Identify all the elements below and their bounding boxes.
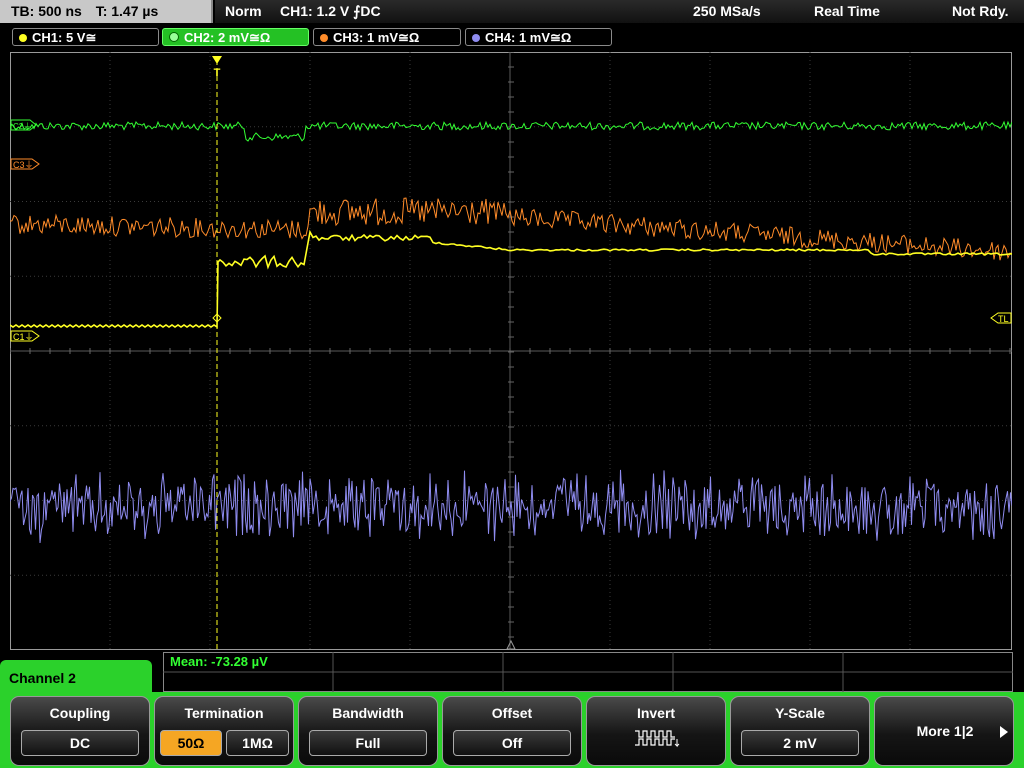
c2-marker-label: C2⏚ (13, 122, 31, 131)
ch3-tab-label: CH3: 1 mV≅Ω (333, 30, 420, 45)
sample-rate: 250 MSa/s (693, 3, 761, 19)
measurement-bar (163, 652, 1013, 692)
trigger-pos-label: T (214, 67, 221, 79)
offset-label: Offset (491, 705, 533, 721)
ch3-dot-icon (320, 34, 328, 42)
offset-value[interactable]: Off (453, 730, 571, 756)
coupling-label: Coupling (49, 705, 111, 721)
waveform-display[interactable]: T C2⏚ C3⏚ C1⏚ TL (10, 52, 1012, 650)
tab-ch1[interactable]: CH1: 5 V≅ (12, 28, 159, 46)
invert-label: Invert (636, 705, 676, 721)
yscale-softkey[interactable]: Y-Scale 2 mV (730, 696, 870, 766)
acquisition-info-bar: Norm CH1: 1.2 V ⨍DC 250 MSa/s Real Time … (215, 0, 1024, 23)
ready-state: Not Rdy. (952, 3, 1009, 19)
termination-label: Termination (184, 705, 264, 721)
bandwidth-value[interactable]: Full (309, 730, 427, 756)
acquisition-mode: Real Time (814, 3, 880, 19)
ch4-dot-icon (472, 34, 480, 42)
bandwidth-softkey[interactable]: Bandwidth Full (298, 696, 438, 766)
ch2-tab-label: CH2: 2 mV≅Ω (184, 30, 271, 45)
invert-waveform-icon (635, 730, 680, 748)
yscale-value[interactable]: 2 mV (741, 730, 859, 756)
trigger-setting[interactable]: CH1: 1.2 V ⨍DC (280, 0, 381, 23)
termination-50-ohm[interactable]: 50Ω (160, 730, 222, 756)
ch2-dot-icon (169, 32, 179, 42)
tab-ch2[interactable]: CH2: 2 mV≅Ω (162, 28, 309, 46)
yscale-label: Y-Scale (775, 705, 825, 721)
coupling-value[interactable]: DC (21, 730, 139, 756)
bandwidth-label: Bandwidth (332, 705, 404, 721)
menu-title: Channel 2 (0, 660, 152, 698)
termination-softkey[interactable]: Termination 50Ω 1MΩ (154, 696, 294, 766)
tab-ch4[interactable]: CH4: 1 mV≅Ω (465, 28, 612, 46)
tab-ch3[interactable]: CH3: 1 mV≅Ω (313, 28, 461, 46)
next-page-arrow-icon (1000, 726, 1008, 738)
trigger-time-value: T: 1.47 µs (95, 3, 159, 19)
ch1-tab-label: CH1: 5 V≅ (32, 30, 97, 45)
timebase-box[interactable]: TB: 500 ns T: 1.47 µs (0, 0, 213, 23)
trigger-mode[interactable]: Norm (225, 0, 262, 23)
coupling-softkey[interactable]: Coupling DC (10, 696, 150, 766)
ch1-dot-icon (19, 34, 27, 42)
c1-marker-label: C1⏚ (13, 332, 34, 342)
timebase-value: TB: 500 ns (11, 3, 82, 19)
invert-softkey[interactable]: Invert (586, 696, 726, 766)
trigger-level-label: TL (998, 314, 1009, 324)
mean-measurement[interactable]: Mean: -73.28 µV (170, 654, 268, 669)
offset-softkey[interactable]: Offset Off (442, 696, 582, 766)
termination-1m-ohm[interactable]: 1MΩ (226, 730, 289, 756)
ch4-tab-label: CH4: 1 mV≅Ω (485, 30, 572, 45)
c3-marker-label: C3⏚ (13, 160, 34, 170)
more-label: More 1|2 (916, 723, 974, 739)
more-softkey[interactable]: More 1|2 (874, 696, 1014, 766)
